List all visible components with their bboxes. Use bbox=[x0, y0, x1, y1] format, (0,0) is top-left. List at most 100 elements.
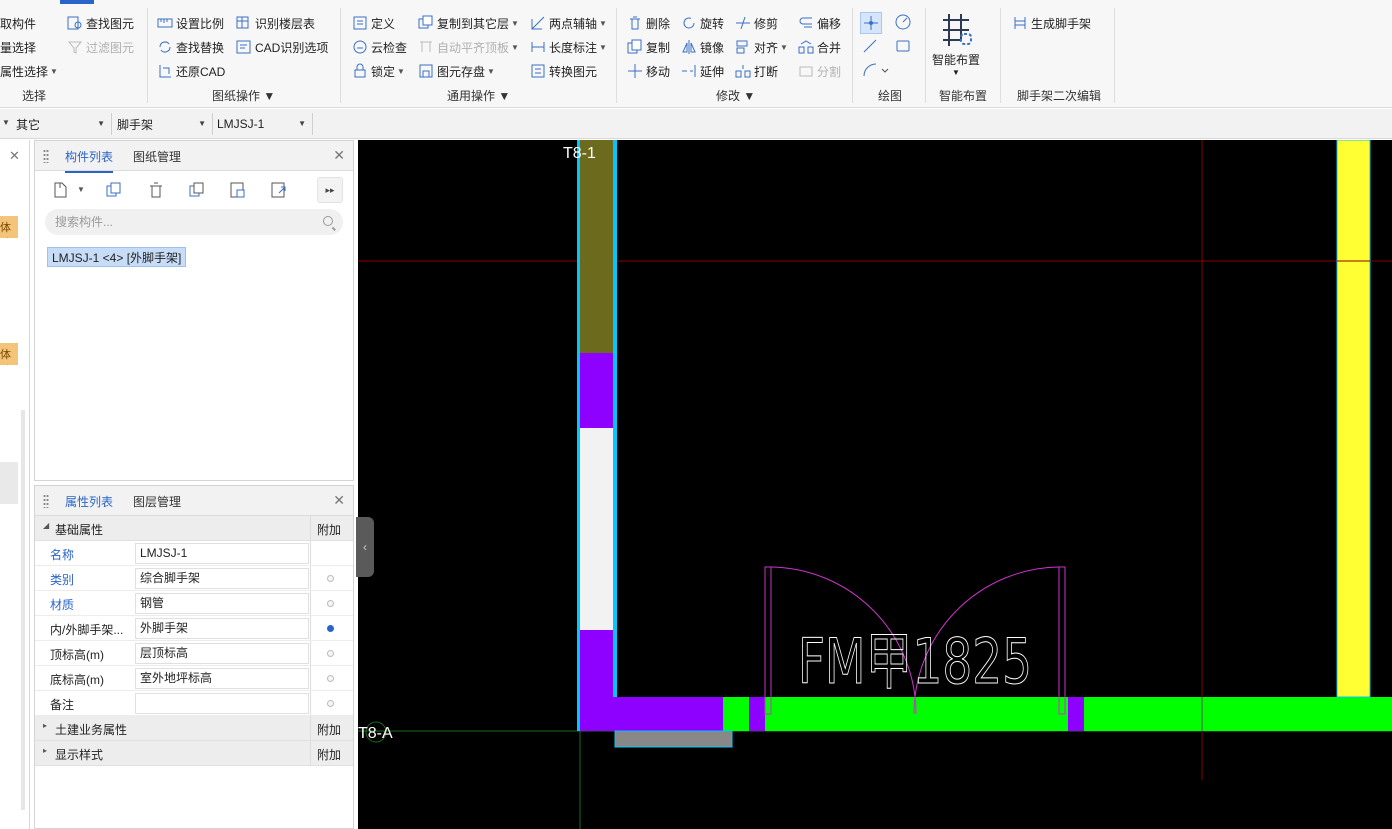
wall-segment[interactable] bbox=[1084, 697, 1392, 731]
divider bbox=[1114, 8, 1115, 103]
pick-component-button[interactable]: 取构件 bbox=[0, 13, 36, 33]
move-button[interactable]: 移动 bbox=[627, 61, 670, 81]
line-draw-button[interactable] bbox=[860, 36, 882, 58]
auto-flat-top-button[interactable]: 自动平齐顶板 ▼ bbox=[418, 37, 519, 57]
wall-segment[interactable] bbox=[723, 697, 749, 731]
close-icon[interactable]: ✕ bbox=[333, 492, 345, 509]
close-icon[interactable]: ✕ bbox=[333, 147, 345, 164]
triangle-right-icon: ▸ bbox=[43, 746, 48, 755]
delete-component-button[interactable] bbox=[143, 177, 169, 203]
add-checkbox[interactable] bbox=[327, 650, 334, 657]
add-checkbox[interactable] bbox=[327, 700, 334, 707]
cloud-check-button[interactable]: 云检查 bbox=[352, 37, 407, 57]
collapse-panel-button[interactable]: ‹ bbox=[356, 517, 374, 577]
identify-floor-table-button[interactable]: 识别楼层表 bbox=[236, 13, 315, 33]
batch-select-button[interactable]: 量选择 bbox=[0, 37, 36, 57]
list-item-component[interactable]: LMJSJ-1 <4> [外脚手架] bbox=[47, 247, 187, 267]
section-display-style[interactable]: ▸ 显示样式 附加 bbox=[35, 741, 353, 766]
delete-button[interactable]: 删除 bbox=[627, 13, 670, 33]
scrollbar[interactable] bbox=[21, 410, 25, 810]
cad-drawing[interactable]: T8-1 T8-A FM甲1825 bbox=[358, 140, 1392, 829]
find-replace-button[interactable]: 查找替换 bbox=[157, 37, 224, 57]
rotate-button[interactable]: 旋转 bbox=[681, 13, 724, 33]
rect-draw-button[interactable] bbox=[893, 36, 915, 58]
break-button[interactable]: 打断 bbox=[735, 61, 778, 81]
property-value-input[interactable]: 室外地坪标高 bbox=[135, 668, 309, 689]
two-point-axis-button[interactable]: 两点辅轴 ▼ bbox=[530, 13, 607, 33]
tab-drawing-management[interactable]: 图纸管理 bbox=[133, 148, 181, 165]
slab-element[interactable] bbox=[614, 730, 733, 748]
point-draw-button[interactable] bbox=[860, 12, 882, 34]
drag-handle-icon[interactable] bbox=[43, 494, 49, 508]
add-checkbox[interactable] bbox=[327, 675, 334, 682]
circle-draw-button[interactable] bbox=[893, 12, 915, 34]
arc-draw-button[interactable] bbox=[860, 60, 890, 82]
column-segment[interactable] bbox=[580, 353, 613, 428]
experience-tag[interactable]: 体验 bbox=[0, 216, 18, 238]
column-segment[interactable] bbox=[749, 697, 765, 731]
copy-component-button[interactable] bbox=[101, 177, 127, 203]
property-value-input[interactable]: LMJSJ-1 bbox=[135, 543, 309, 564]
door-label[interactable]: FM甲1825 bbox=[798, 625, 1033, 699]
opening-segment[interactable] bbox=[580, 428, 613, 630]
import-component-button[interactable] bbox=[225, 177, 251, 203]
align-button[interactable]: 对齐 ▼ bbox=[735, 37, 788, 57]
wall-segment[interactable] bbox=[1336, 140, 1371, 698]
close-icon[interactable]: ✕ bbox=[9, 148, 20, 164]
add-checkbox[interactable] bbox=[327, 575, 334, 582]
drawing-canvas[interactable]: T8-1 T8-A FM甲1825 bbox=[358, 140, 1392, 829]
restore-cad-button[interactable]: 还原CAD bbox=[157, 61, 225, 81]
search-input[interactable]: 搜索构件... bbox=[45, 209, 343, 235]
add-checkbox[interactable] bbox=[327, 625, 334, 632]
convert-element-button[interactable]: 转换图元 bbox=[530, 61, 597, 81]
set-scale-button[interactable]: 设置比例 bbox=[157, 13, 224, 33]
cloud-check-label: 云检查 bbox=[371, 40, 408, 55]
export-component-button[interactable] bbox=[266, 177, 292, 203]
column-segment[interactable] bbox=[580, 630, 613, 731]
generate-scaffold-button[interactable]: 生成脚手架 bbox=[1012, 13, 1091, 33]
copy-button[interactable]: 复制 bbox=[627, 37, 670, 57]
new-component-button[interactable] bbox=[47, 177, 73, 203]
column-segment[interactable] bbox=[613, 697, 723, 731]
chevron-down-icon: ▼ bbox=[198, 119, 206, 128]
mirror-button[interactable]: 镜像 bbox=[681, 37, 724, 57]
column-segment[interactable] bbox=[1068, 697, 1084, 731]
type-combo[interactable]: 脚手架 ▼ bbox=[113, 113, 213, 135]
drag-handle-icon[interactable] bbox=[43, 149, 49, 163]
wall-segment[interactable] bbox=[580, 140, 613, 353]
property-value-input[interactable]: 钢管 bbox=[135, 593, 309, 614]
offset-button[interactable]: 偏移 bbox=[798, 13, 841, 33]
filter-element-button[interactable]: 过滤图元 bbox=[67, 37, 134, 57]
trim-button[interactable]: 修剪 bbox=[735, 13, 778, 33]
define-button[interactable]: 定义 bbox=[352, 13, 395, 33]
tab-component-list[interactable]: 构件列表 bbox=[65, 148, 114, 173]
element-store-button[interactable]: 图元存盘 ▼ bbox=[418, 61, 495, 81]
property-value-input[interactable]: 外脚手架 bbox=[135, 618, 309, 639]
extend-icon bbox=[681, 63, 697, 79]
section-civil-properties[interactable]: ▸ 土建业务属性 附加 bbox=[35, 716, 353, 741]
find-element-button[interactable]: 查找图元 bbox=[67, 13, 134, 33]
attribute-select-button[interactable]: 属性选择 ▼ bbox=[0, 61, 58, 81]
search-icon[interactable] bbox=[323, 216, 333, 226]
chevron-down-icon[interactable]: ▼ bbox=[77, 185, 85, 194]
smart-layout-button[interactable]: 智能布置 ▼ bbox=[931, 10, 981, 82]
copy-to-other-layer-button[interactable]: 复制到其它层 ▼ bbox=[418, 13, 519, 33]
property-value-input[interactable]: 综合脚手架 bbox=[135, 568, 309, 589]
experience-tag[interactable]: 体验 bbox=[0, 343, 18, 365]
lock-button[interactable]: 锁定 ▼ bbox=[352, 61, 405, 81]
add-checkbox[interactable] bbox=[327, 600, 334, 607]
tab-property-list[interactable]: 属性列表 bbox=[65, 493, 114, 518]
tab-layer-management[interactable]: 图层管理 bbox=[133, 493, 181, 510]
cad-identify-options-button[interactable]: CAD识别选项 bbox=[236, 37, 328, 57]
split-button[interactable]: 分割 bbox=[798, 61, 841, 81]
section-basic-properties[interactable]: ◢ 基础属性 附加 bbox=[35, 516, 353, 541]
length-dimension-button[interactable]: 长度标注 ▼ bbox=[530, 37, 607, 57]
merge-button[interactable]: 合并 bbox=[798, 37, 841, 57]
property-value-input[interactable] bbox=[135, 693, 309, 714]
property-value-input[interactable]: 层顶标高 bbox=[135, 643, 309, 664]
more-tools-button[interactable]: ▸▸ bbox=[317, 177, 343, 203]
extend-button[interactable]: 延伸 bbox=[681, 61, 724, 81]
category-combo[interactable]: 其它 ▼ bbox=[12, 113, 112, 135]
layer-copy-button[interactable] bbox=[184, 177, 210, 203]
component-combo[interactable]: LMJSJ-1 ▼ bbox=[213, 113, 313, 135]
